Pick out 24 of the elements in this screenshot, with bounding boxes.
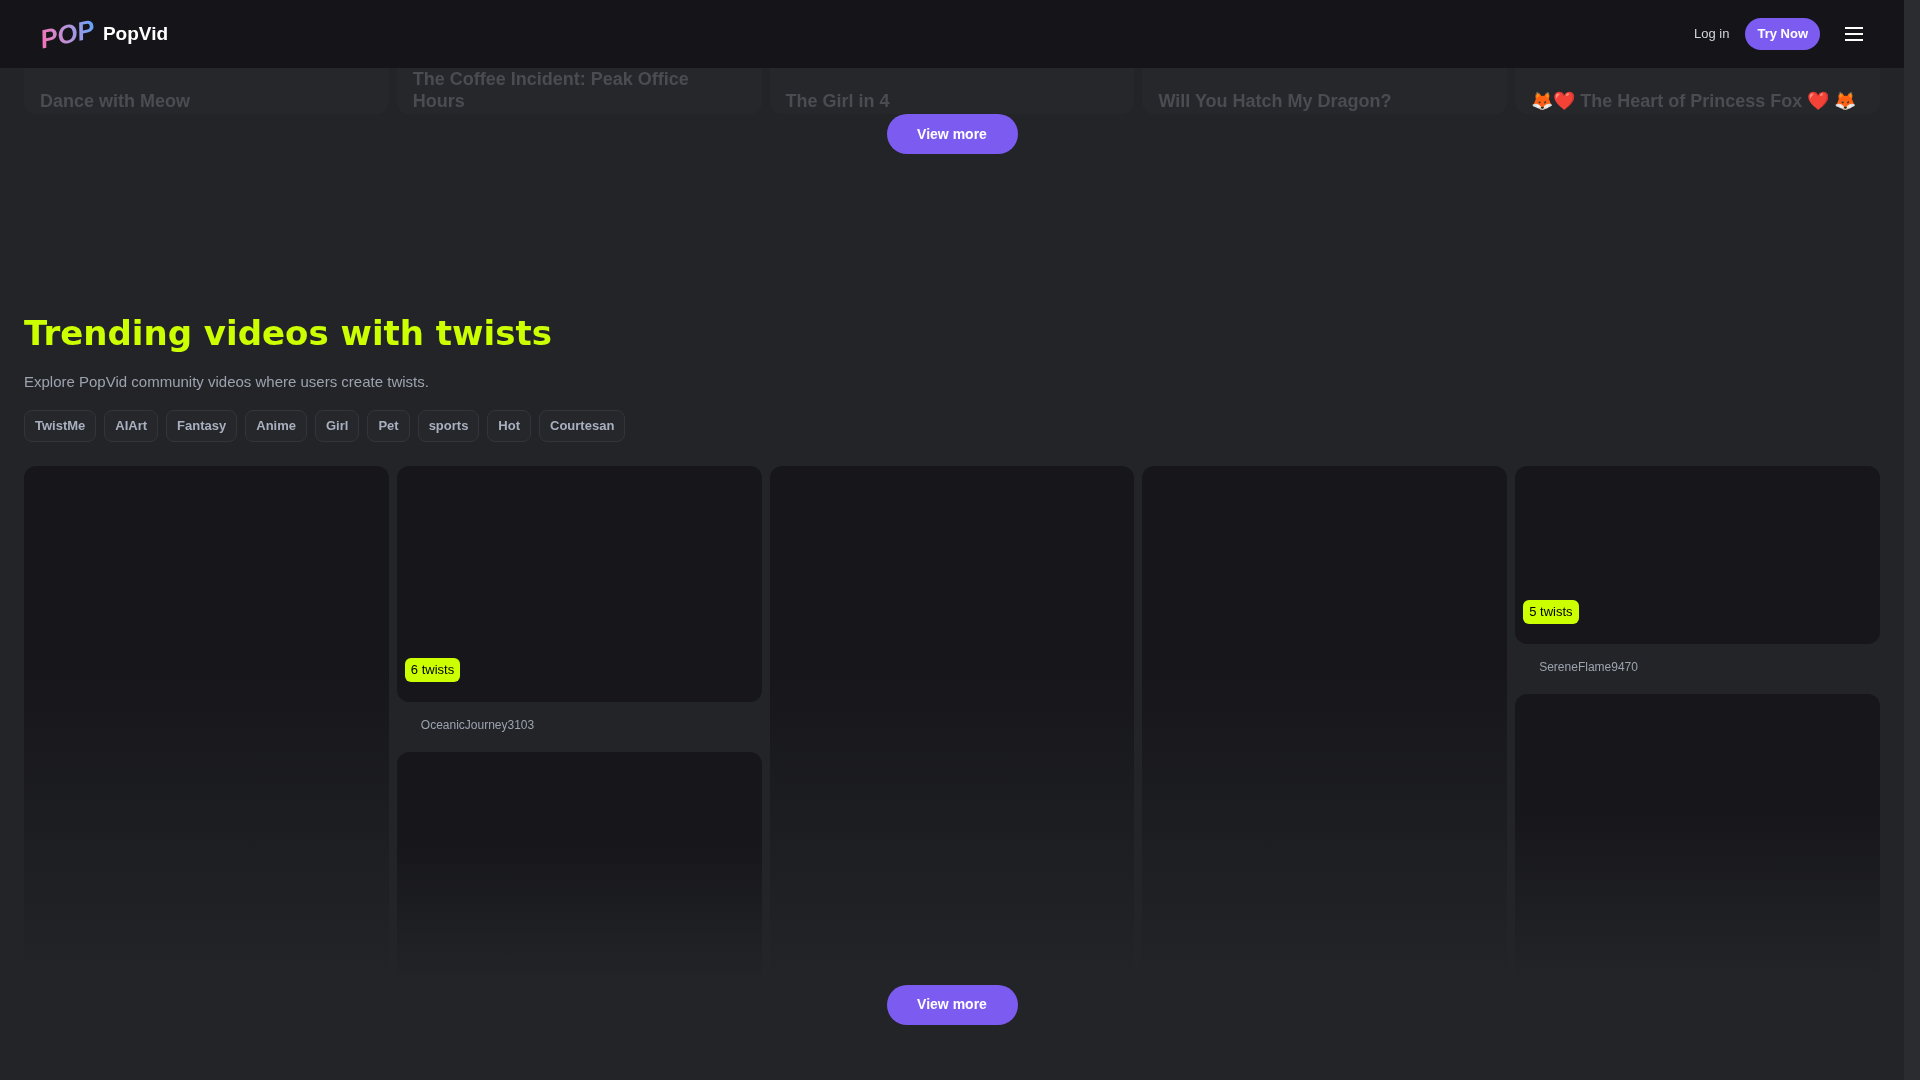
video-card[interactable]: 5 twists — [1515, 465, 1880, 644]
tag-chip[interactable]: Pet — [367, 409, 410, 442]
tag-chip[interactable]: Hot — [487, 409, 532, 442]
brand-name[interactable]: PopVid — [102, 19, 169, 49]
login-link[interactable]: Log in — [1694, 24, 1730, 44]
video-card[interactable]: 6 twists — [396, 465, 762, 702]
tag-chip[interactable]: AIArt — [104, 409, 159, 442]
menu-icon[interactable] — [1844, 26, 1864, 42]
tag-chip[interactable]: Courtesan — [539, 409, 626, 442]
section-title: Trending videos with twists — [24, 312, 553, 355]
section-subtitle: Explore PopVid community videos where users create twists. — [24, 372, 430, 392]
twist-count-badge: 5 twists — [1523, 600, 1579, 624]
tag-chip[interactable]: TwistMe — [24, 409, 97, 442]
tag-chip[interactable]: Fantasy — [166, 409, 238, 442]
scrollbar[interactable] — [1904, 0, 1920, 1080]
try-now-button[interactable]: Try Now — [1745, 18, 1820, 50]
username[interactable]: OceanicJourney3103 — [420, 717, 535, 732]
tag-chip[interactable]: Girl — [315, 409, 360, 442]
view-more-button[interactable]: View more — [886, 984, 1018, 1025]
tag-chip[interactable]: sports — [417, 409, 480, 442]
username[interactable]: SereneFlame9470 — [1539, 659, 1638, 674]
tag-chip[interactable]: Anime — [245, 409, 307, 442]
twist-count-badge: 6 twists — [404, 658, 461, 682]
view-more-button[interactable]: View more — [886, 114, 1018, 154]
